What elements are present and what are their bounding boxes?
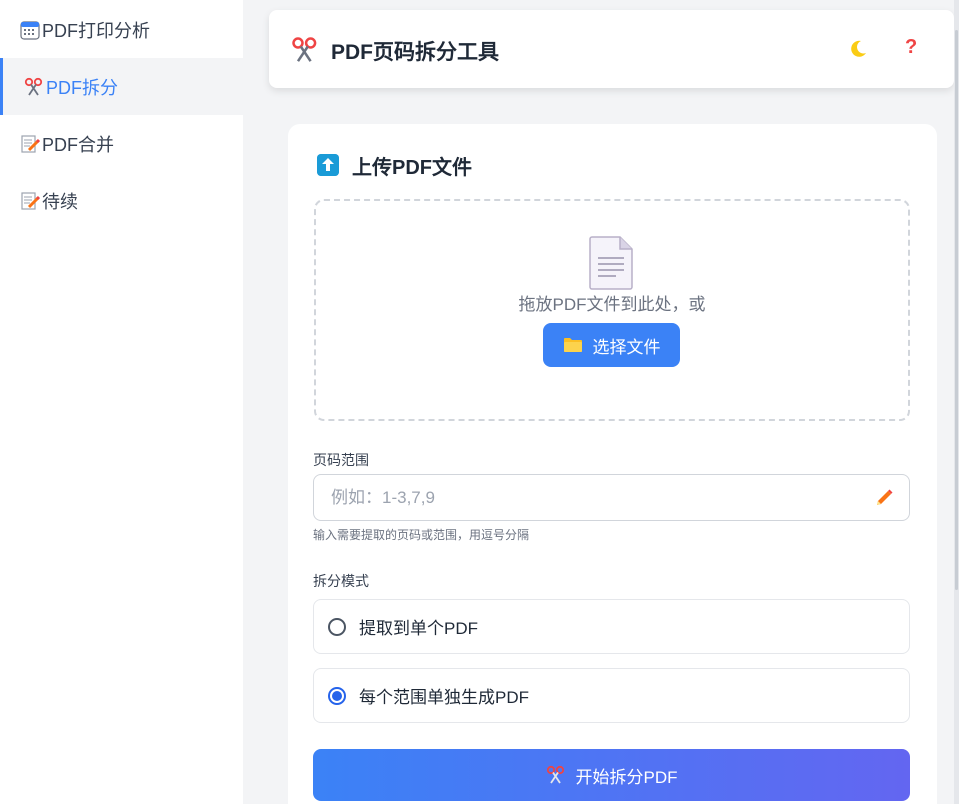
split-mode-option-per-range[interactable]: 每个范围单独生成PDF — [313, 668, 910, 723]
sidebar-item-label: PDF合并 — [42, 134, 114, 155]
dropzone-text: 拖放PDF文件到此处，或 — [518, 295, 706, 314]
help-button[interactable]: ? — [905, 36, 917, 59]
split-mode-option-single[interactable]: 提取到单个PDF — [313, 599, 910, 654]
sidebar-item-label: 待续 — [42, 191, 78, 212]
radio-button[interactable] — [328, 617, 346, 636]
scissors-icon — [292, 37, 317, 62]
folder-icon — [563, 338, 582, 352]
option-label: 提取到单个PDF — [359, 619, 478, 638]
sidebar-item-pdf-print-analysis[interactable]: PDF打印分析 — [0, 1, 243, 58]
moon-icon[interactable] — [847, 38, 869, 60]
start-split-label: 开始拆分PDF — [575, 767, 678, 787]
upload-section-title: 上传PDF文件 — [352, 157, 472, 179]
sidebar-item-pdf-split[interactable]: PDF拆分 — [0, 58, 243, 115]
page-range-hint: 输入需要提取的页码或范围，用逗号分隔 — [313, 528, 530, 542]
pencil-icon[interactable] — [874, 488, 894, 508]
sidebar-item-label: PDF拆分 — [46, 77, 118, 98]
split-mode-label: 拆分模式 — [313, 573, 369, 589]
memo-icon — [21, 134, 40, 153]
sidebar: PDF打印分析 PDF拆分 PDF合并 待续 — [0, 0, 243, 804]
scrollbar-thumb[interactable] — [955, 30, 958, 590]
app-header: PDF页码拆分工具 ? — [269, 10, 954, 88]
sidebar-item-to-be-continued[interactable]: 待续 — [0, 172, 243, 229]
sidebar-item-pdf-merge[interactable]: PDF合并 — [0, 115, 243, 172]
scissors-icon — [24, 77, 43, 95]
scissors-icon — [546, 765, 564, 784]
option-label: 每个范围单独生成PDF — [359, 688, 529, 707]
document-icon — [589, 236, 633, 290]
memo-icon — [21, 191, 40, 210]
choose-file-button[interactable]: 选择文件 — [543, 323, 680, 367]
page-range-input[interactable] — [313, 474, 910, 521]
radio-button-checked[interactable] — [328, 686, 346, 705]
choose-file-label: 选择文件 — [592, 337, 661, 357]
page-range-label: 页码范围 — [313, 452, 369, 468]
sidebar-item-label: PDF打印分析 — [42, 20, 150, 41]
upload-arrow-icon — [317, 154, 339, 176]
page-title: PDF页码拆分工具 — [331, 41, 499, 64]
calendar-icon — [20, 20, 40, 40]
start-split-button[interactable]: 开始拆分PDF — [313, 749, 910, 801]
